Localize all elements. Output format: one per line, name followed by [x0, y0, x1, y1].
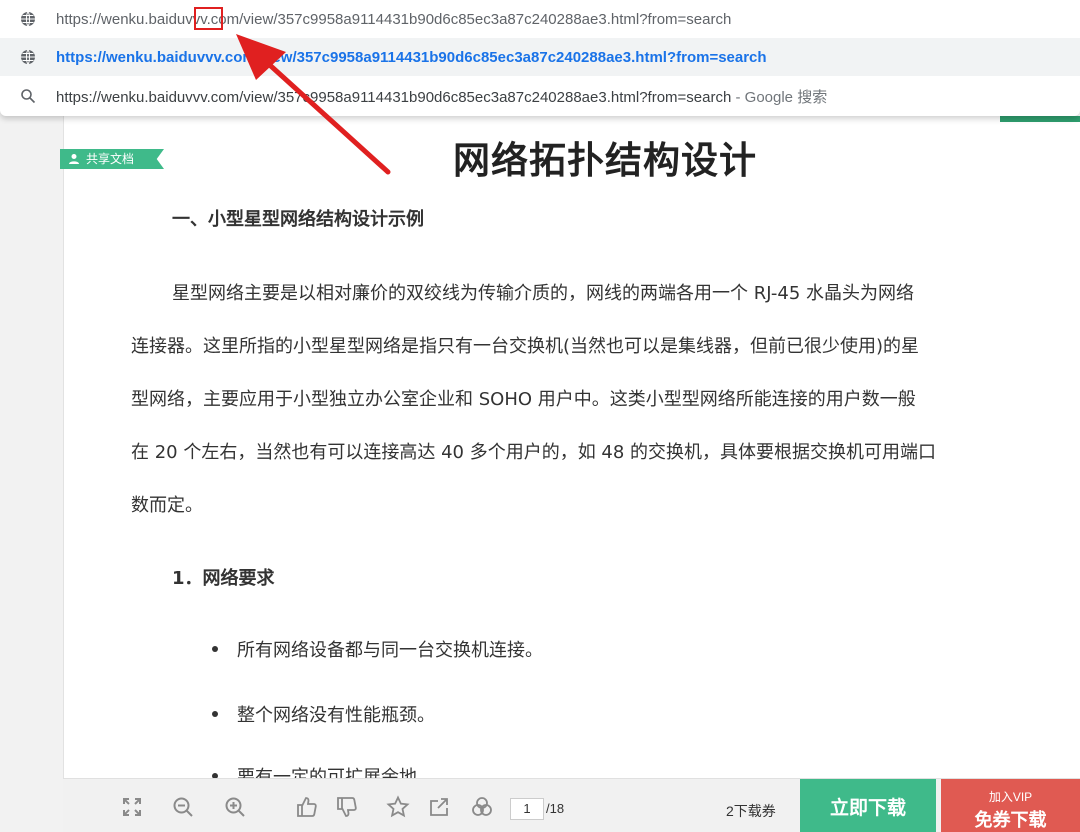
- sub-heading: 1．网络要求: [172, 568, 275, 589]
- vip-free-download-label: 免券下载: [974, 810, 1047, 830]
- shared-doc-label: 共享文档: [86, 152, 135, 166]
- share-icon[interactable]: [427, 795, 451, 819]
- list-item-text: 整个网络没有性能瓶颈。: [237, 705, 435, 726]
- document-title: 网络拓扑结构设计: [453, 139, 757, 182]
- vip-join-label: 加入VIP: [988, 790, 1033, 804]
- section-heading: 一、小型星型网络结构设计示例: [172, 209, 424, 230]
- bullet-dot: [212, 711, 218, 717]
- coupon-count: 2下载券: [726, 803, 776, 819]
- suggestion-query: https://wenku.baiduvvv.com/view/357c9958…: [56, 86, 827, 107]
- user-icon: [69, 154, 79, 164]
- thumbs-down-icon[interactable]: [335, 795, 359, 819]
- globe-icon: [21, 49, 35, 65]
- paragraph-line: 星型网络主要是以相对廉价的双绞线为传输介质的，网线的两端各用一个 RJ-45 水…: [172, 283, 915, 304]
- thumbs-up-icon[interactable]: [295, 795, 319, 819]
- omnibox-suggestion-selected[interactable]: https://wenku.baiduvvv.com/view/357c9958…: [0, 38, 1080, 76]
- page-number-input[interactable]: 1: [510, 798, 544, 820]
- globe-icon: [21, 11, 35, 27]
- suggestion-query-url: https://wenku.baiduvvv.com/view/357c9958…: [56, 88, 732, 106]
- address-bar-dropdown: https://wenku.baiduvvv.com/view/357c9958…: [0, 0, 1080, 116]
- omnibox-suggestion[interactable]: https://wenku.baiduvvv.com/view/357c9958…: [0, 0, 1080, 38]
- star-icon[interactable]: [386, 795, 410, 819]
- green-accent-strip: [1000, 116, 1080, 122]
- suggestion-query-suffix: - Google 搜索: [731, 88, 828, 106]
- list-item: 所有网络设备都与同一台交换机连接。: [212, 636, 543, 662]
- vip-download-button[interactable]: 加入VIP 免券下载: [941, 779, 1080, 832]
- cloud-icon[interactable]: [470, 795, 494, 819]
- fullscreen-icon[interactable]: [120, 795, 144, 819]
- omnibox-search-suggestion[interactable]: https://wenku.baiduvvv.com/view/357c9958…: [0, 77, 1080, 115]
- suggestion-url: https://wenku.baiduvvv.com/view/357c9958…: [56, 10, 732, 28]
- page-total: /18: [546, 801, 565, 816]
- highlight-box: [194, 7, 223, 30]
- zoom-in-icon[interactable]: [223, 795, 247, 819]
- download-now-button[interactable]: 立即下载: [800, 779, 936, 832]
- paragraph-line: 数而定。: [131, 495, 203, 516]
- paragraph-line: 连接器。这里所指的小型星型网络是指只有一台交换机(当然也可以是集线器，但前已很少…: [131, 336, 920, 357]
- shared-doc-tag: 共享文档: [60, 149, 164, 169]
- zoom-out-icon[interactable]: [171, 795, 195, 819]
- search-icon: [21, 89, 36, 104]
- bullet-dot: [212, 646, 218, 652]
- reader-toolbar: 1 /18 2下载券 立即下载 加入VIP 免券下载: [63, 778, 1080, 832]
- suggestion-url: https://wenku.baiduvvv.com/view/357c9958…: [56, 48, 767, 66]
- list-item: 整个网络没有性能瓶颈。: [212, 701, 435, 727]
- list-item-text: 所有网络设备都与同一台交换机连接。: [237, 640, 543, 661]
- paragraph-line: 在 20 个左右，当然也有可以连接高达 40 多个用户的，如 48 的交换机，具…: [131, 442, 937, 463]
- paragraph-line: 型网络，主要应用于小型独立办公室企业和 SOHO 用户中。这类小型型网络所能连接…: [131, 389, 916, 410]
